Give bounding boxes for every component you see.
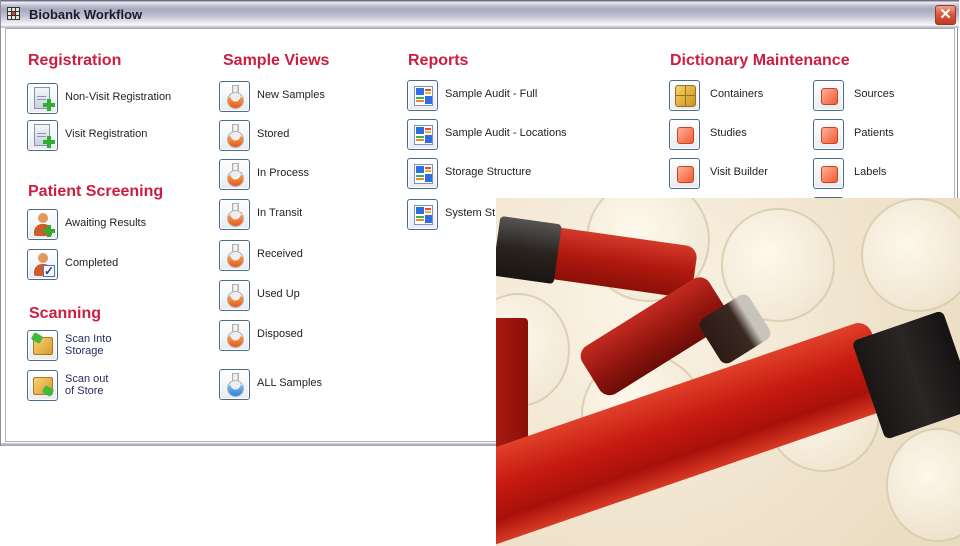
item-visit-registration[interactable]: Visit Registration xyxy=(27,120,187,152)
close-button[interactable]: ✕ xyxy=(935,5,956,25)
plate-well xyxy=(861,198,960,312)
item-label: Sources xyxy=(854,88,895,100)
item-labels[interactable]: Labels xyxy=(813,158,943,190)
item-scan-out-of-store[interactable]: Scan out of Store xyxy=(27,370,187,402)
blood-tubes-photo xyxy=(496,198,960,546)
document-add-icon[interactable] xyxy=(27,120,58,151)
flask-orange-icon[interactable] xyxy=(219,120,250,151)
item-containers[interactable]: Containers xyxy=(669,80,799,112)
item-awaiting-results[interactable]: Awaiting Results xyxy=(27,209,187,241)
plate-well xyxy=(886,428,960,542)
item-in-transit[interactable]: In Transit xyxy=(219,199,369,231)
report-icon[interactable] xyxy=(407,119,438,150)
person-add-icon[interactable] xyxy=(27,209,58,240)
item-visit-builder[interactable]: Visit Builder xyxy=(669,158,799,190)
item-label: Scan out of Store xyxy=(65,373,135,397)
square-icon[interactable] xyxy=(669,119,700,150)
box-out-icon[interactable] xyxy=(27,370,58,401)
item-received[interactable]: Received xyxy=(219,240,369,272)
item-non-visit-registration[interactable]: Non-Visit Registration xyxy=(27,83,187,115)
report-icon[interactable] xyxy=(407,199,438,230)
item-storage-structure[interactable]: Storage Structure xyxy=(407,158,587,190)
square-icon[interactable] xyxy=(813,80,844,111)
item-label: Studies xyxy=(710,127,747,139)
item-label: Used Up xyxy=(257,288,300,300)
flask-orange-icon[interactable] xyxy=(219,81,250,112)
item-label: Disposed xyxy=(257,328,303,340)
title-bar[interactable]: Biobank Workflow ✕ xyxy=(1,0,959,28)
item-label: Containers xyxy=(710,88,764,100)
item-label: Sample Audit - Locations xyxy=(445,127,567,139)
report-icon[interactable] xyxy=(407,80,438,111)
section-title-sample-views: Sample Views xyxy=(223,52,330,69)
item-used-up[interactable]: Used Up xyxy=(219,280,369,312)
item-in-process[interactable]: In Process xyxy=(219,159,369,191)
item-label: Storage Structure xyxy=(445,166,532,178)
item-completed[interactable]: ✓ Completed xyxy=(27,249,187,281)
item-sample-audit-full[interactable]: Sample Audit - Full xyxy=(407,80,587,112)
window-title: Biobank Workflow xyxy=(29,7,143,22)
item-label: Scan Into Storage xyxy=(65,333,135,357)
item-disposed[interactable]: Disposed xyxy=(219,320,369,352)
item-label: Labels xyxy=(854,166,887,178)
item-label: Awaiting Results xyxy=(65,217,147,229)
flask-blue-icon[interactable] xyxy=(219,369,250,400)
label-line-2: Storage xyxy=(65,345,104,357)
item-new-samples[interactable]: New Samples xyxy=(219,81,369,113)
item-scan-into-storage[interactable]: Scan Into Storage xyxy=(27,330,187,362)
flask-orange-icon[interactable] xyxy=(219,240,250,271)
square-icon[interactable] xyxy=(813,158,844,189)
flask-orange-icon[interactable] xyxy=(219,280,250,311)
item-label: ALL Samples xyxy=(257,377,323,389)
item-label: Completed xyxy=(65,257,119,269)
item-label: Visit Registration xyxy=(65,128,148,140)
cube-icon[interactable] xyxy=(669,80,700,111)
item-label: Visit Builder xyxy=(710,166,768,178)
label-line-2: of Store xyxy=(65,385,104,397)
section-title-reports: Reports xyxy=(408,52,469,69)
item-all-samples[interactable]: ALL Samples xyxy=(219,369,369,401)
item-sources[interactable]: Sources xyxy=(813,80,943,112)
flask-orange-icon[interactable] xyxy=(219,199,250,230)
item-label: New Samples xyxy=(257,89,325,101)
item-label: System St xyxy=(445,207,496,219)
label-line-1: Scan Into xyxy=(65,333,112,345)
section-title-registration: Registration xyxy=(28,52,122,69)
flask-orange-icon[interactable] xyxy=(219,159,250,190)
section-title-dictionary-maintenance: Dictionary Maintenance xyxy=(670,52,850,69)
item-label: Non-Visit Registration xyxy=(65,91,172,103)
square-icon[interactable] xyxy=(669,158,700,189)
item-label: In Transit xyxy=(257,207,303,219)
item-label: Sample Audit - Full xyxy=(445,88,538,100)
item-sample-audit-locations[interactable]: Sample Audit - Locations xyxy=(407,119,587,151)
item-label: Received xyxy=(257,248,303,260)
item-label: In Process xyxy=(257,167,309,179)
item-stored[interactable]: Stored xyxy=(219,120,369,152)
section-title-patient-screening: Patient Screening xyxy=(28,183,164,200)
section-title-scanning: Scanning xyxy=(29,305,102,322)
document-add-icon[interactable] xyxy=(27,83,58,114)
report-icon[interactable] xyxy=(407,158,438,189)
label-line-1: Scan out xyxy=(65,373,109,385)
tube-cap xyxy=(496,215,562,285)
person-check-icon[interactable]: ✓ xyxy=(27,249,58,280)
square-icon[interactable] xyxy=(813,119,844,150)
item-studies[interactable]: Studies xyxy=(669,119,799,151)
flask-orange-icon[interactable] xyxy=(219,320,250,351)
item-label: Stored xyxy=(257,128,290,140)
grid-app-icon xyxy=(7,7,20,20)
item-patients[interactable]: Patients xyxy=(813,119,943,151)
box-in-icon[interactable] xyxy=(27,330,58,361)
item-label: Patients xyxy=(854,127,894,139)
